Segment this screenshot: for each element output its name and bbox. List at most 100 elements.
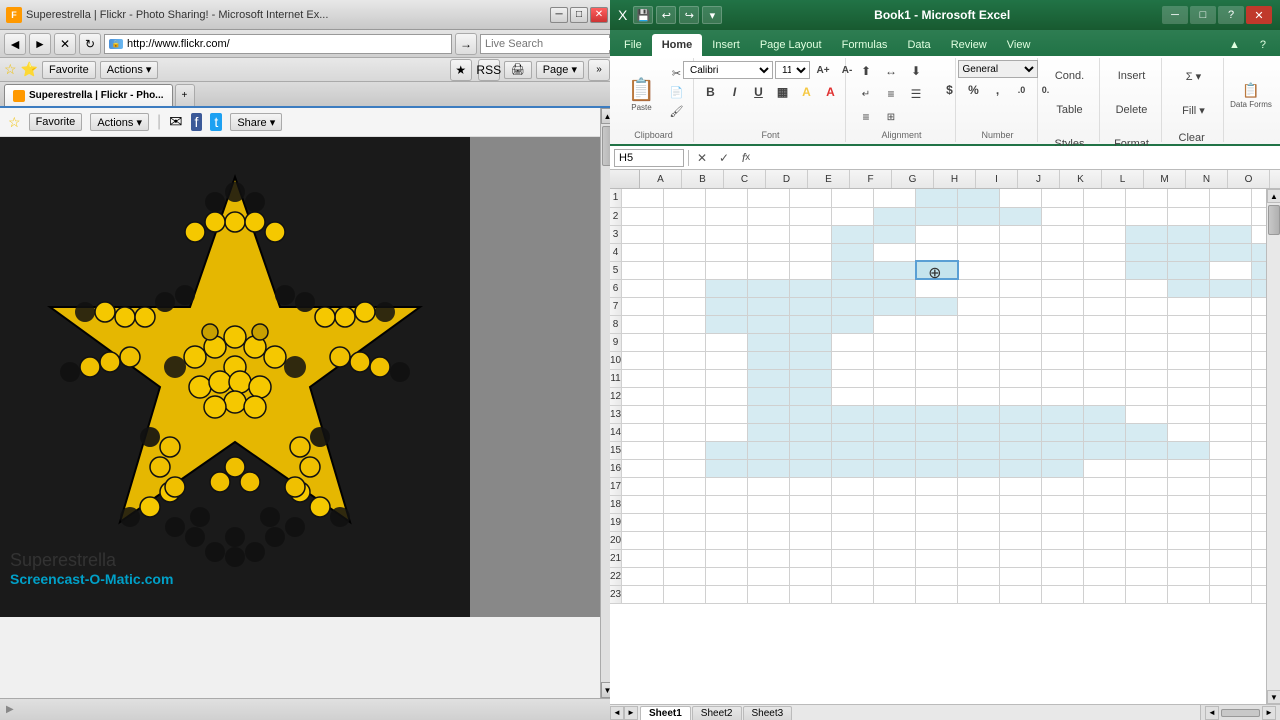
cell-B12[interactable] <box>664 387 706 405</box>
cell-L17[interactable] <box>1084 477 1126 495</box>
cell-L7[interactable] <box>1084 297 1126 315</box>
cell-G22[interactable] <box>874 567 916 585</box>
cell-K11[interactable] <box>1042 369 1084 387</box>
cell-O15[interactable] <box>1210 441 1252 459</box>
cell-D3[interactable] <box>748 225 790 243</box>
cell-D23[interactable] <box>748 585 790 603</box>
cell-P15[interactable] <box>1252 441 1266 459</box>
cell-J8[interactable] <box>1000 315 1042 333</box>
cell-M15[interactable] <box>1126 441 1168 459</box>
cell-J22[interactable] <box>1000 567 1042 585</box>
cell-H15[interactable] <box>916 441 958 459</box>
cell-C4[interactable] <box>706 243 748 261</box>
cell-H23[interactable] <box>916 585 958 603</box>
cell-E16[interactable] <box>790 459 832 477</box>
cell-K4[interactable] <box>1042 243 1084 261</box>
cell-H6[interactable] <box>916 279 958 297</box>
cell-N1[interactable] <box>1168 189 1210 207</box>
cell-L8[interactable] <box>1084 315 1126 333</box>
cell-G9[interactable] <box>874 333 916 351</box>
h-scroll-right[interactable]: ► <box>1262 706 1276 720</box>
cell-G23[interactable] <box>874 585 916 603</box>
help-icon[interactable]: ? <box>1250 34 1276 56</box>
cell-I22[interactable] <box>958 567 1000 585</box>
cell-H9[interactable] <box>916 333 958 351</box>
cell-C14[interactable] <box>706 423 748 441</box>
align-bottom-btn[interactable]: ⬇ <box>904 60 928 82</box>
cell-G1[interactable] <box>874 189 916 207</box>
cell-A8[interactable] <box>622 315 664 333</box>
cell-I21[interactable] <box>958 549 1000 567</box>
cell-D9[interactable] <box>748 333 790 351</box>
cell-F6[interactable] <box>832 279 874 297</box>
tab-review[interactable]: Review <box>941 34 997 56</box>
cell-E23[interactable] <box>790 585 832 603</box>
cell-H3[interactable] <box>916 225 958 243</box>
fill-btn[interactable]: Fill ▾ <box>1178 94 1210 126</box>
cell-N21[interactable] <box>1168 549 1210 567</box>
cell-O6[interactable] <box>1210 279 1252 297</box>
cell-M7[interactable] <box>1126 297 1168 315</box>
insert-function-btn[interactable]: fx <box>737 149 755 167</box>
cell-A13[interactable] <box>622 405 664 423</box>
name-box[interactable] <box>614 149 684 167</box>
cell-N12[interactable] <box>1168 387 1210 405</box>
cell-C19[interactable] <box>706 513 748 531</box>
cell-J12[interactable] <box>1000 387 1042 405</box>
cell-J17[interactable] <box>1000 477 1042 495</box>
cell-N14[interactable] <box>1168 423 1210 441</box>
cell-K21[interactable] <box>1042 549 1084 567</box>
cell-J7[interactable] <box>1000 297 1042 315</box>
cell-E6[interactable] <box>790 279 832 297</box>
cell-P22[interactable] <box>1252 567 1266 585</box>
cell-P17[interactable] <box>1252 477 1266 495</box>
cell-M13[interactable] <box>1126 405 1168 423</box>
cell-J19[interactable] <box>1000 513 1042 531</box>
cell-L19[interactable] <box>1084 513 1126 531</box>
cell-N20[interactable] <box>1168 531 1210 549</box>
cell-N13[interactable] <box>1168 405 1210 423</box>
cell-H20[interactable] <box>916 531 958 549</box>
cell-K22[interactable] <box>1042 567 1084 585</box>
col-header-A[interactable]: A <box>640 170 682 188</box>
address-input[interactable] <box>127 38 447 50</box>
cell-M19[interactable] <box>1126 513 1168 531</box>
share-btn[interactable]: Share ▾ <box>230 113 282 131</box>
cell-H1[interactable] <box>916 189 958 207</box>
scroll-up-arrow[interactable]: ▲ <box>1267 189 1280 203</box>
cell-P19[interactable] <box>1252 513 1266 531</box>
font-name-select[interactable]: Calibri <box>683 61 773 79</box>
cell-K18[interactable] <box>1042 495 1084 513</box>
cell-K2[interactable] <box>1042 207 1084 225</box>
cell-F17[interactable] <box>832 477 874 495</box>
format-as-table-btn[interactable]: Table <box>1054 94 1086 126</box>
cell-J15[interactable] <box>1000 441 1042 459</box>
cell-N23[interactable] <box>1168 585 1210 603</box>
increase-font-btn[interactable]: A+ <box>812 60 834 80</box>
cell-G20[interactable] <box>874 531 916 549</box>
scroll-down-arrow[interactable]: ▼ <box>1267 690 1280 704</box>
cell-H19[interactable] <box>916 513 958 531</box>
cell-B6[interactable] <box>664 279 706 297</box>
cell-H21[interactable] <box>916 549 958 567</box>
sheet-tab-sheet3[interactable]: Sheet3 <box>743 706 793 720</box>
cell-I11[interactable] <box>958 369 1000 387</box>
favorite-button[interactable]: Favorite <box>42 61 96 79</box>
cell-E19[interactable] <box>790 513 832 531</box>
stop-button[interactable]: ✕ <box>54 33 76 55</box>
cell-P10[interactable] <box>1252 351 1266 369</box>
cell-D20[interactable] <box>748 531 790 549</box>
expand-icon[interactable]: » <box>588 59 610 81</box>
cell-O3[interactable] <box>1210 225 1252 243</box>
cell-B2[interactable] <box>664 207 706 225</box>
cell-M5[interactable] <box>1126 261 1168 279</box>
cell-P9[interactable] <box>1252 333 1266 351</box>
cell-H11[interactable] <box>916 369 958 387</box>
cell-D10[interactable] <box>748 351 790 369</box>
align-right-btn[interactable]: ≡ <box>854 106 878 128</box>
cell-O4[interactable] <box>1210 243 1252 261</box>
cell-N9[interactable] <box>1168 333 1210 351</box>
excel-close-btn[interactable]: ✕ <box>1246 6 1272 24</box>
cell-I19[interactable] <box>958 513 1000 531</box>
cell-M11[interactable] <box>1126 369 1168 387</box>
